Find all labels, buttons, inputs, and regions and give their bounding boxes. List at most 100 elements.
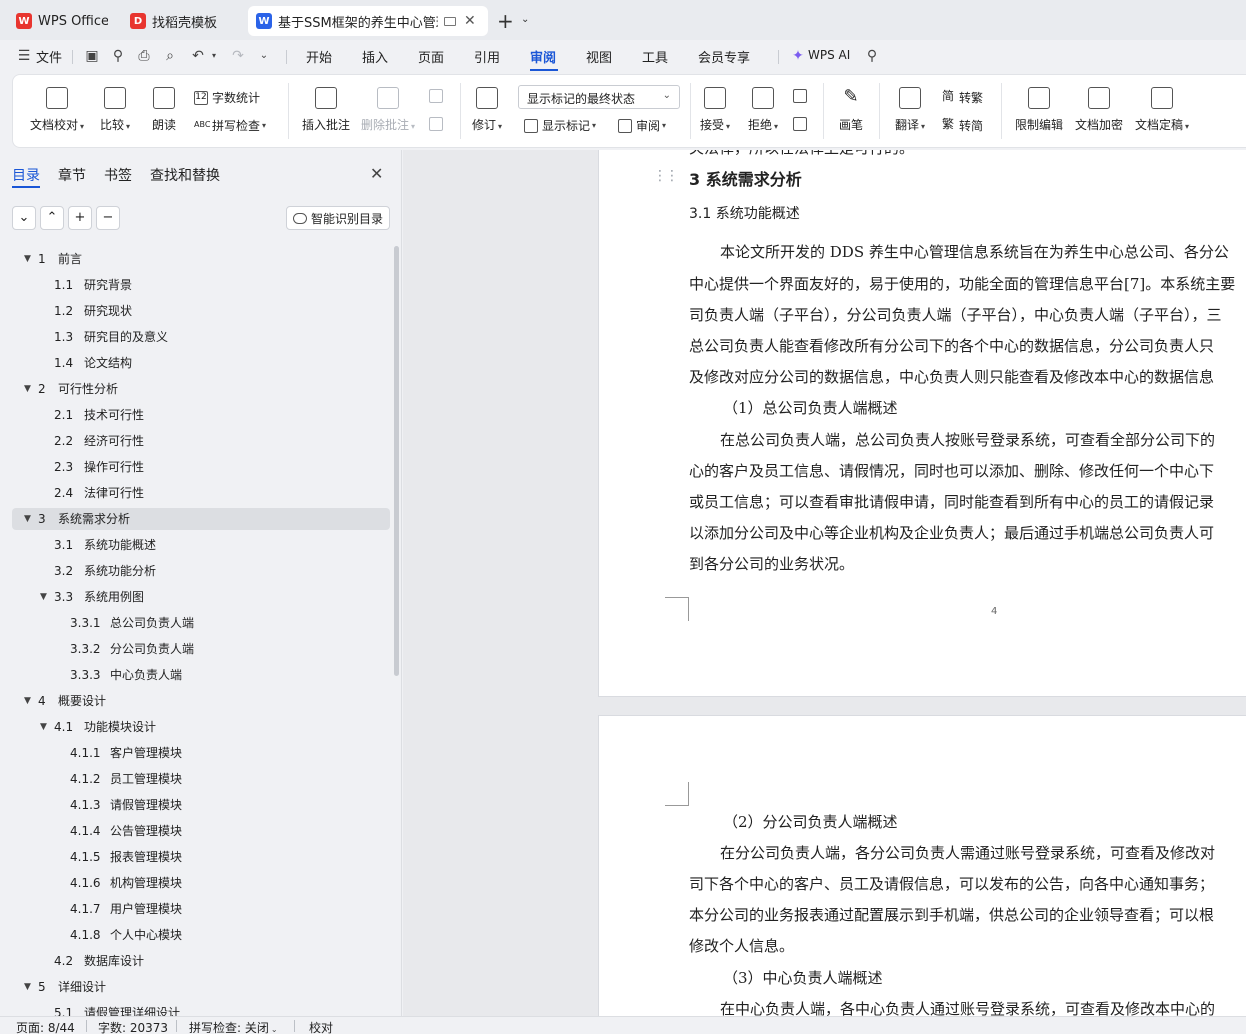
tab-wps-office[interactable]: W WPS Office bbox=[8, 6, 116, 36]
translate-button[interactable]: 翻译 ▾ bbox=[895, 87, 925, 133]
to-simplified-button[interactable]: 繁 转简 bbox=[941, 117, 983, 134]
toc-item[interactable]: 4.1.6 机构管理模块 bbox=[12, 872, 390, 894]
page-indicator[interactable]: 页面: 8/44 bbox=[16, 1019, 75, 1034]
print-preview-icon[interactable]: ⌕ bbox=[162, 48, 178, 64]
spell-check-indicator[interactable]: 拼写检查: 关闭 ⌄ bbox=[189, 1019, 278, 1034]
toc-item[interactable]: 5.1 请假管理详细设计 bbox=[12, 1002, 390, 1016]
search-icon[interactable]: ⚲ bbox=[864, 48, 880, 64]
chevron-down-icon[interactable]: ⌄ bbox=[256, 48, 272, 64]
menu-references[interactable]: 引用 bbox=[474, 47, 500, 66]
tab-chapters[interactable]: 章节 bbox=[58, 165, 86, 185]
expand-arrow-icon[interactable]: ▼ bbox=[40, 586, 47, 608]
wps-ai-icon[interactable]: ✦ bbox=[790, 48, 806, 64]
toc-item[interactable]: ▼ 4.1 功能模块设计 bbox=[12, 716, 390, 738]
tab-find-replace[interactable]: 查找和替换 bbox=[150, 165, 220, 185]
toc-item[interactable]: 1.2 研究现状 bbox=[12, 300, 390, 322]
toc-item[interactable]: 4.2 数据库设计 bbox=[12, 950, 390, 972]
toc-item[interactable]: 3.3.3 中心负责人端 bbox=[12, 664, 390, 686]
reject-button[interactable]: 拒绝 ▾ bbox=[748, 87, 778, 133]
show-markup-button[interactable]: 显示标记 ▾ bbox=[524, 117, 596, 134]
smart-toc-button[interactable]: 智能识别目录 bbox=[286, 206, 390, 230]
toc-scrollbar[interactable] bbox=[394, 246, 399, 676]
monitor-icon[interactable] bbox=[444, 16, 456, 26]
toc-item[interactable]: 2.1 技术可行性 bbox=[12, 404, 390, 426]
new-tab-button[interactable]: + bbox=[497, 9, 514, 33]
next-change-icon[interactable] bbox=[793, 117, 811, 131]
toc-item[interactable]: 3.2 系统功能分析 bbox=[12, 560, 390, 582]
toc-item[interactable]: 4.1.2 员工管理模块 bbox=[12, 768, 390, 790]
toc-item[interactable]: 2.2 经济可行性 bbox=[12, 430, 390, 452]
add-heading-button[interactable]: + bbox=[68, 206, 92, 230]
link-icon[interactable]: ⚲ bbox=[110, 48, 126, 64]
save-icon[interactable]: ▣ bbox=[84, 48, 100, 64]
menu-file[interactable]: 文件 bbox=[36, 47, 62, 66]
toc-item[interactable]: 2.3 操作可行性 bbox=[12, 456, 390, 478]
document-area[interactable]: 关法律，所以在法律上是可行的。 ⋮⋮ 3 系统需求分析 3.1 系统功能概述 本… bbox=[403, 150, 1246, 1016]
toc-item[interactable]: ▼ 2 可行性分析 bbox=[12, 378, 390, 400]
toc-item[interactable]: 3.3.1 总公司负责人端 bbox=[12, 612, 390, 634]
menu-review[interactable]: 审阅 bbox=[530, 47, 556, 66]
hamburger-icon[interactable]: ☰ bbox=[16, 48, 32, 64]
toc-item[interactable]: 3.1 系统功能概述 bbox=[12, 534, 390, 556]
print-icon[interactable]: ⎙ bbox=[136, 48, 152, 64]
toc-item[interactable]: 1.4 论文结构 bbox=[12, 352, 390, 374]
toc-item[interactable]: 4.1.8 个人中心模块 bbox=[12, 924, 390, 946]
toc-item[interactable]: ▼ 4 概要设计 bbox=[12, 690, 390, 712]
review-pane-button[interactable]: 审阅 ▾ bbox=[618, 117, 666, 134]
compare-button[interactable]: 比较 ▾ bbox=[100, 87, 130, 133]
markup-state-select[interactable]: 显示标记的最终状态 ⌄ bbox=[518, 85, 680, 109]
toc-item[interactable]: 3.3.2 分公司负责人端 bbox=[12, 638, 390, 660]
read-aloud-button[interactable]: 朗读 bbox=[152, 87, 176, 133]
remove-heading-button[interactable]: − bbox=[96, 206, 120, 230]
expand-arrow-icon[interactable]: ▼ bbox=[24, 248, 31, 270]
toc-item[interactable]: 4.1.1 客户管理模块 bbox=[12, 742, 390, 764]
expand-arrow-icon[interactable]: ▼ bbox=[24, 976, 31, 998]
collapse-up-button[interactable]: ⌃ bbox=[40, 206, 64, 230]
spell-check-button[interactable]: ABC 拼写检查 ▾ bbox=[194, 117, 266, 134]
toc-item[interactable]: 4.1.7 用户管理模块 bbox=[12, 898, 390, 920]
drag-handle-icon[interactable]: ⋮⋮ bbox=[653, 168, 679, 184]
finalize-document-button[interactable]: 文档定稿 ▾ bbox=[1135, 87, 1189, 133]
menu-view[interactable]: 视图 bbox=[586, 47, 612, 66]
insert-comment-button[interactable]: 插入批注 bbox=[302, 87, 350, 133]
document-page[interactable]: （2）分公司负责人端概述 在分公司负责人端，各分公司负责人需通过账号登录系统，可查… bbox=[598, 715, 1246, 1016]
expand-down-button[interactable]: ⌄ bbox=[12, 206, 36, 230]
toc-item[interactable]: 2.4 法律可行性 bbox=[12, 482, 390, 504]
expand-arrow-icon[interactable]: ▼ bbox=[24, 378, 31, 400]
close-icon[interactable]: ✕ bbox=[464, 13, 476, 29]
toc-item[interactable]: ▼ 5 详细设计 bbox=[12, 976, 390, 998]
menu-wps-ai[interactable]: WPS AI bbox=[808, 48, 850, 62]
menu-tools[interactable]: 工具 bbox=[642, 47, 668, 66]
tab-bookmarks[interactable]: 书签 bbox=[104, 165, 132, 185]
expand-arrow-icon[interactable]: ▼ bbox=[24, 508, 31, 530]
toc-item[interactable]: 4.1.4 公告管理模块 bbox=[12, 820, 390, 842]
tab-toc[interactable]: 目录 bbox=[12, 165, 40, 185]
track-changes-button[interactable]: 修订 ▾ bbox=[472, 87, 502, 133]
menu-home[interactable]: 开始 bbox=[306, 47, 332, 66]
toc-item[interactable]: ▼ 3 系统需求分析 bbox=[12, 508, 390, 530]
menu-member[interactable]: 会员专享 bbox=[698, 47, 750, 66]
undo-icon[interactable]: ↶ bbox=[190, 48, 206, 64]
toc-item[interactable]: 4.1.5 报表管理模块 bbox=[12, 846, 390, 868]
previous-change-icon[interactable] bbox=[793, 89, 811, 103]
document-page[interactable]: 关法律，所以在法律上是可行的。 ⋮⋮ 3 系统需求分析 3.1 系统功能概述 本… bbox=[598, 150, 1246, 697]
tab-current-document[interactable]: W 基于SSM框架的养生中心管理 ✕ bbox=[248, 6, 488, 36]
toc-item[interactable]: 1.3 研究目的及意义 bbox=[12, 326, 390, 348]
menu-page[interactable]: 页面 bbox=[418, 47, 444, 66]
word-count-indicator[interactable]: 字数: 20373 bbox=[98, 1019, 168, 1034]
toc-item[interactable]: ▼ 1 前言 bbox=[12, 248, 390, 270]
close-pane-icon[interactable]: ✕ bbox=[370, 164, 383, 183]
tab-docer-templates[interactable]: D 找稻壳模板 bbox=[122, 6, 242, 36]
toc-item[interactable]: 1.1 研究背景 bbox=[12, 274, 390, 296]
chevron-down-icon[interactable]: ▾ bbox=[206, 48, 222, 64]
menu-insert[interactable]: 插入 bbox=[362, 47, 388, 66]
expand-arrow-icon[interactable]: ▼ bbox=[40, 716, 47, 738]
expand-arrow-icon[interactable]: ▼ bbox=[24, 690, 31, 712]
proofread-button[interactable]: 文档校对 ▾ bbox=[30, 87, 84, 133]
accept-button[interactable]: 接受 ▾ bbox=[700, 87, 730, 133]
to-traditional-button[interactable]: 简 转繁 bbox=[941, 89, 983, 106]
pen-button[interactable]: ✎ 画笔 bbox=[839, 87, 863, 133]
word-count-button[interactable]: 12 字数统计 bbox=[194, 89, 260, 106]
restrict-editing-button[interactable]: 限制编辑 bbox=[1015, 87, 1063, 133]
encrypt-document-button[interactable]: 文档加密 bbox=[1075, 87, 1123, 133]
